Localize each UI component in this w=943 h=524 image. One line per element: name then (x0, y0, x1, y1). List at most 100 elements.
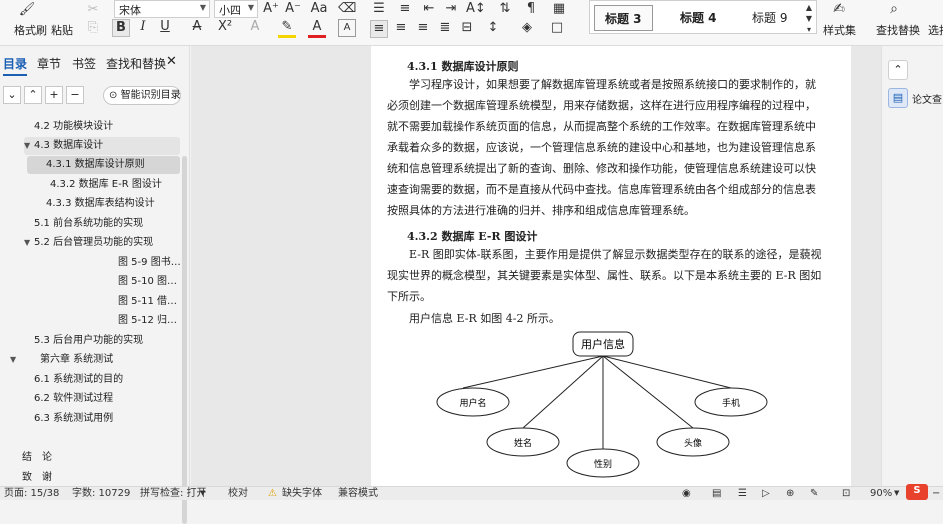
zoom-level[interactable]: 90% (870, 487, 892, 500)
text-effect-icon[interactable]: A (246, 19, 264, 35)
toc-item[interactable]: 5.2 后台管理员功能的实现 (34, 234, 153, 252)
style-expand-icon[interactable]: ▾ (800, 22, 818, 38)
eye-icon[interactable]: ◉ (682, 487, 691, 500)
missing-font-button[interactable]: 缺失字体 (282, 487, 322, 500)
clear-format-icon[interactable]: ⌫ (338, 1, 356, 17)
thesis-check-label[interactable]: 论文查 (912, 91, 942, 106)
tab-find-replace[interactable]: 查找和替换 (106, 55, 166, 72)
select-button[interactable]: 选择 (928, 22, 943, 38)
underline-icon[interactable]: U (156, 19, 174, 35)
copy-icon[interactable]: ⎘ (84, 20, 102, 36)
grow-font-icon[interactable]: A⁺ (262, 1, 280, 17)
expand-up-icon[interactable]: ⌃ (24, 86, 42, 104)
collapse-icon[interactable]: ⌄ (3, 86, 21, 104)
toc-item[interactable]: 4.3 数据库设计 (34, 137, 103, 155)
tab-toc[interactable]: 目录 (3, 55, 28, 76)
decrease-indent-icon[interactable]: ⇤ (420, 1, 438, 17)
toc-item[interactable]: 5.1 前台系统功能的实现 (34, 215, 143, 233)
spell-check-toggle[interactable]: 拼写检查: 打开 (140, 487, 207, 500)
word-count[interactable]: 字数: 10729 (72, 487, 130, 500)
format-painter-icon[interactable]: 🖌 (18, 2, 36, 18)
format-painter-label[interactable]: 格式刷 (14, 22, 47, 38)
toc-item[interactable]: 图 5-12 归… (118, 312, 177, 330)
add-heading-icon[interactable]: + (45, 86, 63, 104)
search-icon[interactable]: ⌕ (885, 1, 903, 17)
borders-icon[interactable]: □ (548, 20, 566, 36)
cut-icon[interactable]: ✂ (84, 2, 102, 18)
style-set-icon[interactable]: ✍ (830, 1, 848, 17)
toc-item[interactable]: 6.3 系统测试用例 (34, 410, 113, 428)
toc-scrollbar[interactable] (182, 156, 187, 524)
caret-down-icon[interactable]: ▼ (24, 234, 30, 252)
smart-toc-button[interactable]: ⊙ 智能识别目录 (103, 86, 181, 105)
outline-view-icon[interactable]: ☰ (738, 487, 747, 500)
caret-down-icon[interactable]: ▼ (10, 351, 16, 369)
font-size-select[interactable]: 小四 ▼ (214, 0, 258, 18)
shading-icon[interactable]: ◈ (518, 20, 536, 36)
page-indicator[interactable]: 页面: 15/38 (4, 487, 59, 500)
close-icon[interactable]: ✕ (166, 54, 177, 69)
align-center-icon[interactable]: ≡ (392, 20, 410, 36)
caret-down-icon[interactable]: ▼ (24, 137, 30, 155)
toc-item[interactable]: 图 5-10 图… (118, 273, 177, 291)
justify-icon[interactable]: ≣ (436, 20, 454, 36)
tab-bookmarks[interactable]: 书签 (72, 55, 96, 72)
font-color-icon[interactable]: A (308, 19, 326, 38)
increase-indent-icon[interactable]: ⇥ (442, 1, 460, 17)
play-icon[interactable]: ▷ (762, 487, 770, 500)
text-direction-icon[interactable]: A↕ (466, 1, 486, 17)
thesis-check-icon[interactable]: ▤ (888, 88, 908, 108)
style-heading-4[interactable]: 标题 4 (670, 5, 727, 31)
style-heading-3[interactable]: 标题 3 (594, 5, 653, 31)
italic-icon[interactable]: I (134, 19, 152, 35)
find-replace-button[interactable]: 查找替换 (876, 22, 920, 38)
toc-item[interactable]: 4.3.3 数据库表结构设计 (46, 195, 155, 213)
font-name-select[interactable]: 宋体 ▼ (114, 0, 210, 18)
toc-item[interactable]: 5.3 后台用户功能的实现 (34, 332, 143, 350)
toc-item[interactable]: 图 5-9 图书… (118, 254, 181, 272)
toc-item[interactable]: 图 5-11 借… (118, 293, 177, 311)
er-attr-label: 头像 (684, 437, 702, 448)
change-case-icon[interactable]: Aa (310, 1, 328, 17)
align-left-icon[interactable]: ≡ (370, 20, 388, 38)
ribbon: 🖌 格式刷 粘贴 ✂ ⎘ 宋体 ▼ 小四 ▼ A⁺ A⁻ Aa ⌫ B I U … (0, 0, 943, 46)
strikethrough-icon[interactable]: A (188, 19, 206, 35)
proofread-button[interactable]: 校对 (228, 487, 248, 500)
highlight-icon[interactable]: ✎ (278, 19, 296, 38)
show-marks-icon[interactable]: ¶ (522, 1, 540, 17)
document-page[interactable]: 4.3.1 数据库设计原则 学习程序设计，如果想要了解数据库管理系统或者是按照系… (371, 46, 851, 486)
superscript-icon[interactable]: X² (216, 19, 234, 35)
style-set-button[interactable]: 样式集 (823, 22, 856, 38)
toc-item[interactable]: 6.2 软件测试过程 (34, 390, 113, 408)
toc-item[interactable]: 4.2 功能模块设计 (34, 118, 113, 136)
sort-icon[interactable]: ⇅ (496, 1, 514, 17)
numbered-list-icon[interactable]: ≡ (396, 1, 414, 17)
table-icon[interactable]: ▦ (550, 1, 568, 17)
align-right-icon[interactable]: ≡ (414, 20, 432, 36)
remove-heading-icon[interactable]: − (66, 86, 84, 104)
toc-item[interactable]: 结 论 (22, 449, 52, 467)
minus-icon[interactable]: − (932, 487, 940, 500)
bold-icon[interactable]: B (112, 19, 130, 37)
toc-item[interactable]: 第六章 系统测试 (40, 351, 113, 369)
er-attr-label: 姓名 (514, 437, 532, 448)
pen-icon[interactable]: ✎ (810, 487, 818, 500)
toc-item[interactable]: 6.1 系统测试的目的 (34, 371, 123, 389)
input-method-logo[interactable]: S (906, 484, 928, 500)
line-spacing-icon[interactable]: ↕ (484, 20, 502, 36)
bullet-list-icon[interactable]: ☰ (370, 1, 388, 17)
toc-item-current[interactable]: 4.3.1 数据库设计原则 (46, 156, 145, 174)
web-view-icon[interactable]: ⊕ (786, 487, 794, 500)
shrink-font-icon[interactable]: A⁻ (284, 1, 302, 17)
char-border-icon[interactable]: A (338, 19, 356, 37)
paste-button[interactable]: 粘贴 (51, 22, 73, 38)
toc-item[interactable]: 致 谢 (22, 469, 52, 487)
style-heading-9[interactable]: 标题 9 (742, 5, 797, 31)
page-view-icon[interactable]: ▤ (712, 487, 721, 500)
collapse-panel-icon[interactable]: ⌃ (888, 60, 908, 80)
toc-item[interactable]: 4.3.2 数据库 E-R 图设计 (50, 176, 162, 194)
compat-mode-label: 兼容模式 (338, 488, 378, 499)
tab-chapters[interactable]: 章节 (37, 55, 61, 72)
distributed-icon[interactable]: ⊟ (458, 20, 476, 36)
fit-window-icon[interactable]: ⊡ (842, 487, 850, 500)
